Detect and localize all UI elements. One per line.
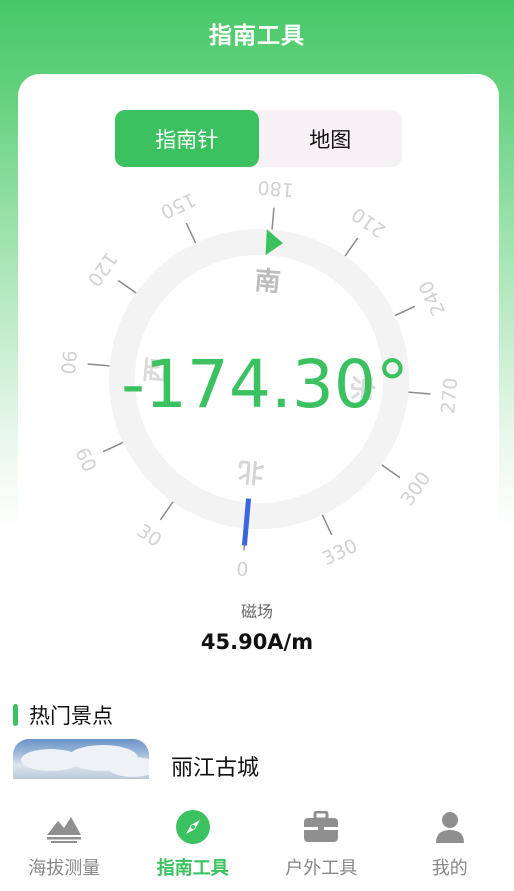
dial-tick <box>159 501 174 521</box>
tab-label: 我的 <box>431 858 468 879</box>
spot-thumbnail[interactable] <box>13 739 149 779</box>
mountain-icon <box>46 809 82 845</box>
dial-tick <box>381 464 401 479</box>
dial-tick <box>117 279 137 294</box>
spot-name[interactable]: 丽江古城 <box>171 750 259 782</box>
compass-icon <box>175 809 211 845</box>
user-icon <box>432 809 468 845</box>
degree-label: 270 <box>437 377 462 415</box>
tab-guide-tools[interactable]: 指南工具 <box>129 779 258 891</box>
degree-label: 90 <box>56 349 80 375</box>
degree-label: 30 <box>133 520 165 552</box>
briefcase-icon <box>303 809 339 845</box>
dial-tick <box>102 441 124 453</box>
degree-label: 240 <box>415 277 450 319</box>
direction-north: 北 <box>237 455 266 487</box>
degree-label: 60 <box>70 444 100 475</box>
bottom-tab-bar: 海拔测量 指南工具 户外工具 我的 <box>0 779 514 891</box>
degree-label: 180 <box>257 176 295 201</box>
tab-label: 户外工具 <box>285 858 358 879</box>
magnetic-field-value: 45.90A/m <box>200 630 314 654</box>
compass-dial: 0306090120150 180210240270300330北南东西-174.… <box>56 176 462 582</box>
tab-label: 海拔测量 <box>28 858 101 879</box>
dial-tick <box>408 391 431 395</box>
degree-label: 0 <box>235 558 249 581</box>
degree-label: 210 <box>348 203 390 242</box>
heading-reading: -174.30° <box>121 346 409 423</box>
dial-tick <box>185 222 197 244</box>
degree-label: 120 <box>83 248 122 290</box>
hot-spots-title: 热门景点 <box>29 704 113 728</box>
degree-label: 150 <box>157 188 199 223</box>
hot-spots-heading: 热门景点 <box>13 701 113 729</box>
dial-tick <box>321 514 333 536</box>
dial-tick <box>344 237 359 257</box>
dial-tick <box>271 207 275 230</box>
dial-tick <box>87 363 110 367</box>
tab-profile[interactable]: 我的 <box>386 779 514 891</box>
tab-outdoor-tools[interactable]: 户外工具 <box>257 779 386 891</box>
heading-accent-bar <box>13 704 18 726</box>
dial-tick <box>394 305 416 317</box>
magnetic-field-label: 磁场 <box>240 602 273 621</box>
tab-label: 指南工具 <box>156 858 229 879</box>
degree-label: 300 <box>396 468 435 510</box>
degree-label: 330 <box>319 535 361 570</box>
tab-altitude[interactable]: 海拔测量 <box>0 779 129 891</box>
direction-south: 南 <box>253 266 282 298</box>
